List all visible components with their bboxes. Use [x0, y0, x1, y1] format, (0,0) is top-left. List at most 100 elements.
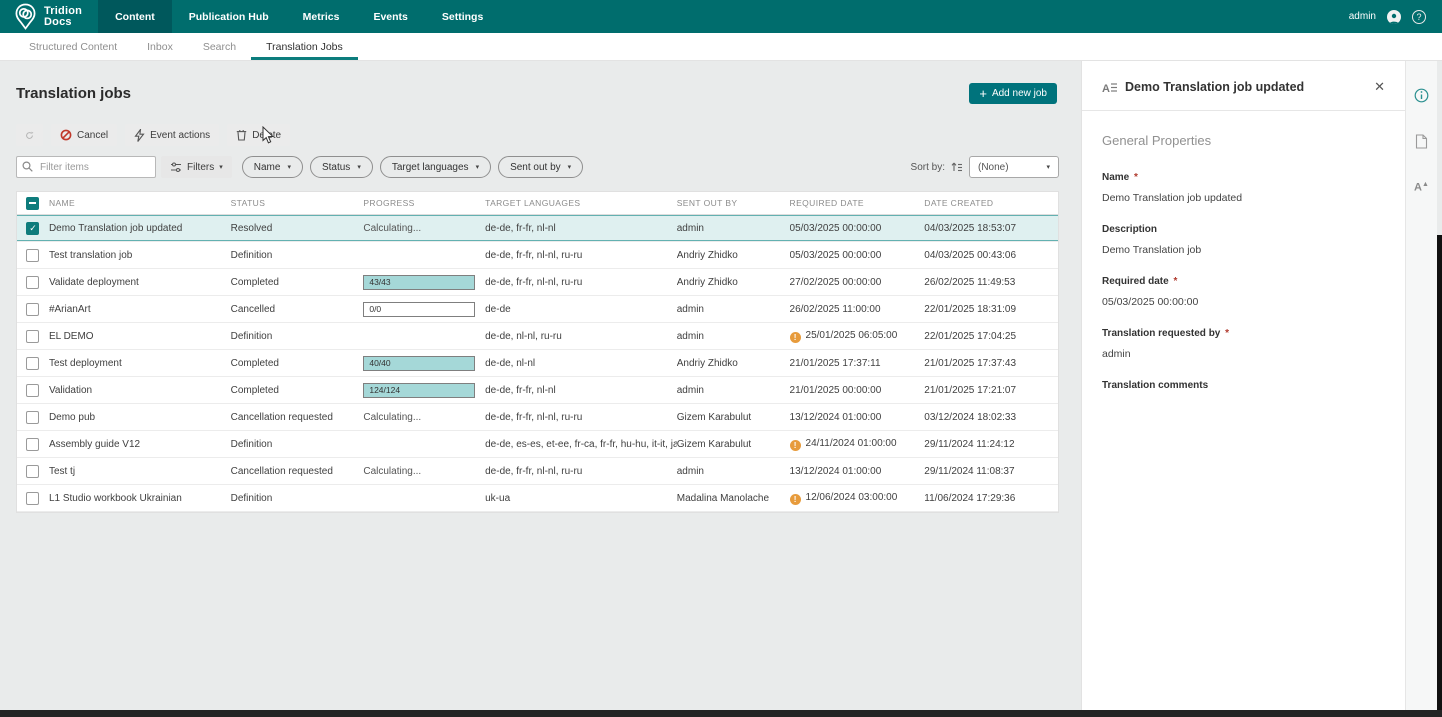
page-title: Translation jobs: [16, 85, 131, 102]
column-header-4[interactable]: SENT OUT BY: [677, 198, 790, 208]
column-header-2[interactable]: PROGRESS: [363, 198, 485, 208]
filter-pill-status[interactable]: Status▾: [310, 156, 373, 178]
table-row[interactable]: ValidationCompleted124/124de-de, fr-fr, …: [17, 377, 1058, 404]
tab-translation-jobs[interactable]: Translation Jobs: [251, 33, 358, 60]
row-checkbox[interactable]: [26, 411, 39, 424]
cell-date-created: 22/01/2025 18:31:09: [924, 304, 1058, 315]
cell-sent-out-by: admin: [677, 385, 790, 396]
tab-inbox[interactable]: Inbox: [132, 33, 188, 60]
table-row[interactable]: L1 Studio workbook UkrainianDefinitionuk…: [17, 485, 1058, 512]
topnav-item-settings[interactable]: Settings: [425, 0, 500, 33]
filter-pill-name[interactable]: Name▾: [242, 156, 303, 178]
row-checkbox[interactable]: [26, 303, 39, 316]
help-icon[interactable]: ?: [1412, 10, 1426, 24]
delete-button[interactable]: Delete: [227, 124, 290, 146]
column-header-6[interactable]: DATE CREATED: [924, 198, 1058, 208]
filter-pill-sent-out-by[interactable]: Sent out by▾: [498, 156, 583, 178]
topnav-item-content[interactable]: Content: [98, 0, 172, 33]
row-checkbox-cell: [17, 222, 49, 235]
sort-icon[interactable]: [951, 161, 963, 173]
topnav-item-metrics[interactable]: Metrics: [286, 0, 357, 33]
actions-toolbar: Cancel Event actions Delete: [16, 124, 290, 146]
row-checkbox-cell: [17, 492, 49, 505]
pill-label: Status: [322, 162, 350, 173]
filter-bar: Filters ▾ Name▾ Status▾ Target languages▾ S…: [16, 156, 1059, 178]
cell-date-created: 26/02/2025 11:49:53: [924, 277, 1058, 288]
table-row[interactable]: EL DEMODefinitionde-de, nl-nl, ru-ruadmi…: [17, 323, 1058, 350]
filters-button[interactable]: Filters ▾: [161, 156, 232, 178]
close-icon[interactable]: ✕: [1370, 79, 1389, 95]
cell-target-languages: de-de, es-es, et-ee, fr-ca, fr-fr, hu-hu…: [485, 439, 677, 450]
tab-search[interactable]: Search: [188, 33, 251, 60]
filter-pills: Name▾ Status▾ Target languages▾ Sent out by…: [242, 156, 590, 178]
info-icon[interactable]: [1412, 85, 1432, 105]
topbar-right: admin ?: [1349, 0, 1442, 33]
table-row[interactable]: Assembly guide V12Definitionde-de, es-es…: [17, 431, 1058, 458]
tab-structured-content[interactable]: Structured Content: [14, 33, 132, 60]
column-header-5[interactable]: REQUIRED DATE: [790, 198, 925, 208]
user-avatar-icon[interactable]: [1387, 10, 1401, 24]
refresh-button[interactable]: [16, 124, 43, 146]
event-actions-button[interactable]: Event actions: [125, 124, 219, 146]
field-value: [1102, 400, 1385, 405]
table-row[interactable]: Test deploymentCompleted40/40de-de, nl-n…: [17, 350, 1058, 377]
row-checkbox[interactable]: [26, 222, 39, 235]
cell-status: Definition: [231, 331, 364, 342]
document-icon[interactable]: [1412, 131, 1432, 151]
cell-sent-out-by: Andriy Zhidko: [677, 358, 790, 369]
cell-required-date: 05/03/2025 00:00:00: [790, 250, 925, 261]
cell-status: Completed: [231, 385, 364, 396]
cell-target-languages: de-de, nl-nl, ru-ru: [485, 331, 677, 342]
row-checkbox[interactable]: [26, 492, 39, 505]
filter-items-input[interactable]: [16, 156, 156, 178]
progress-bar: 40/40: [363, 356, 475, 371]
row-checkbox[interactable]: [26, 330, 39, 343]
required-date-text: 13/12/2024 01:00:00: [790, 412, 882, 423]
row-checkbox[interactable]: [26, 357, 39, 370]
row-checkbox-cell: [17, 330, 49, 343]
cell-name: Demo pub: [49, 412, 231, 423]
text-settings-icon[interactable]: A▲: [1412, 177, 1432, 197]
sort-by-label: Sort by:: [911, 162, 945, 173]
cell-progress: 40/40: [363, 356, 485, 371]
cell-date-created: 21/01/2025 17:37:43: [924, 358, 1058, 369]
event-actions-icon: [134, 129, 145, 142]
warning-icon: !: [790, 494, 801, 505]
column-header-1[interactable]: STATUS: [231, 198, 364, 208]
cell-required-date: 21/01/2025 17:37:11: [790, 358, 925, 369]
table-row[interactable]: Test translation jobDefinitionde-de, fr-…: [17, 242, 1058, 269]
table-row[interactable]: Demo pubCancellation requestedCalculatin…: [17, 404, 1058, 431]
row-checkbox[interactable]: [26, 465, 39, 478]
panel-body: General Properties Name *Demo Translatio…: [1082, 111, 1405, 447]
add-new-job-button[interactable]: + Add new job: [969, 83, 1057, 104]
column-header-0[interactable]: NAME: [49, 198, 231, 208]
cell-name: Test translation job: [49, 250, 231, 261]
filter-pill-target-languages[interactable]: Target languages▾: [380, 156, 491, 178]
row-checkbox[interactable]: [26, 384, 39, 397]
row-checkbox[interactable]: [26, 249, 39, 262]
table-row[interactable]: Demo Translation job updatedResolvedCalc…: [17, 215, 1058, 242]
select-all-checkbox[interactable]: [26, 197, 39, 210]
topnav-item-events[interactable]: Events: [356, 0, 424, 33]
cancel-button[interactable]: Cancel: [51, 124, 117, 146]
svg-text:A: A: [1102, 83, 1110, 94]
cell-sent-out-by: Gizem Karabulut: [677, 439, 790, 450]
row-checkbox[interactable]: [26, 438, 39, 451]
cell-required-date: 27/02/2025 00:00:00: [790, 277, 925, 288]
column-header-3[interactable]: TARGET LANGUAGES: [485, 198, 677, 208]
table-row[interactable]: Validate deploymentCompleted43/43de-de, …: [17, 269, 1058, 296]
cell-name: Demo Translation job updated: [49, 223, 231, 234]
progress-text: 43/43: [369, 277, 390, 287]
table-row[interactable]: Test tjCancellation requestedCalculating…: [17, 458, 1058, 485]
field-value: 05/03/2025 00:00:00: [1102, 296, 1385, 308]
table-row[interactable]: #ArianArtCancelled0/0de-deadmin26/02/202…: [17, 296, 1058, 323]
main-content: Translation jobs + Add new job Cancel Ev…: [16, 61, 1059, 701]
sort-select[interactable]: (None) ▾: [969, 156, 1059, 178]
row-checkbox[interactable]: [26, 276, 39, 289]
app-logo[interactable]: Tridion Docs: [0, 0, 98, 33]
cell-required-date: !12/06/2024 03:00:00: [790, 492, 925, 505]
progress-calculating: Calculating...: [363, 466, 421, 477]
cell-target-languages: de-de, fr-fr, nl-nl: [485, 223, 677, 234]
topnav-item-publication-hub[interactable]: Publication Hub: [172, 0, 286, 33]
row-checkbox-cell: [17, 357, 49, 370]
